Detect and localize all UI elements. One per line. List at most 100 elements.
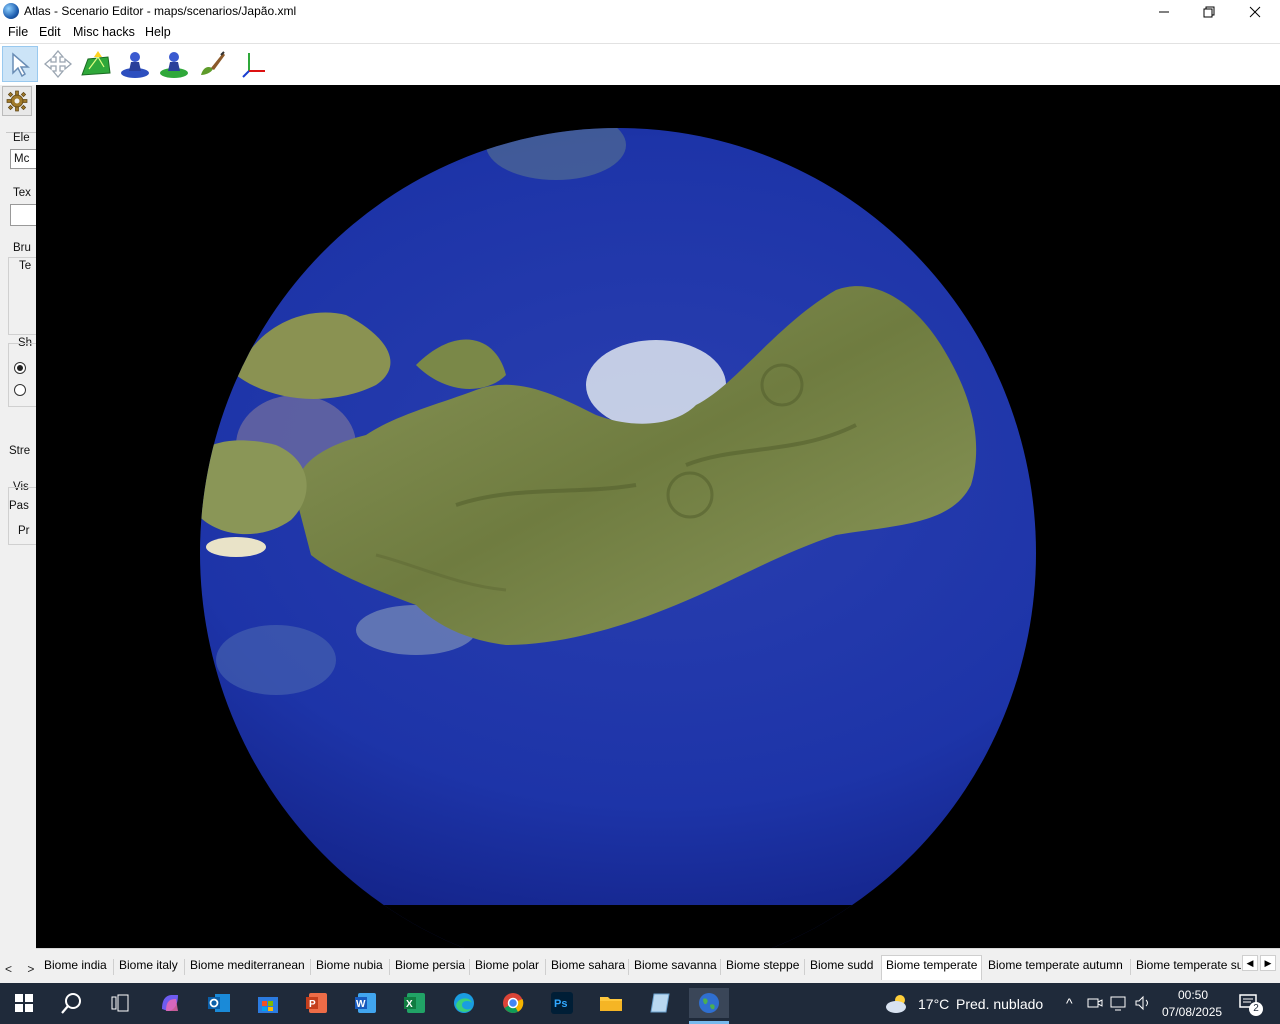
weather-temperature: 17°C	[918, 996, 950, 1012]
minimize-icon	[1159, 11, 1169, 13]
axis-gizmo-tool-button[interactable]	[236, 46, 272, 82]
shape-radio-square[interactable]	[14, 384, 26, 396]
clock-date[interactable]: 07/08/2025	[1162, 1005, 1222, 1019]
paint-brush-icon	[201, 51, 225, 75]
shape-radio-circle[interactable]	[14, 362, 26, 374]
restore-icon	[1203, 6, 1215, 18]
microsoft-store-button[interactable]	[253, 988, 283, 1018]
task-view-icon	[111, 994, 129, 1012]
tab-biome-temperate[interactable]: Biome temperate	[881, 955, 983, 980]
gear-icon	[6, 90, 28, 112]
close-button[interactable]	[1232, 0, 1278, 24]
network-button[interactable]	[1108, 988, 1130, 1018]
tab-biome-sahara[interactable]: Biome sahara	[551, 958, 625, 972]
shape-group-box	[8, 343, 36, 407]
player-unit-tool-button[interactable]	[156, 46, 192, 82]
close-icon	[1249, 6, 1261, 18]
tab-biome-italy[interactable]: Biome italy	[119, 958, 178, 972]
atlas-globe-icon	[699, 993, 719, 1013]
strength-label: Stre	[9, 445, 31, 457]
start-button[interactable]	[9, 988, 39, 1018]
tab-biome-polar[interactable]: Biome polar	[475, 958, 539, 972]
tab-biome-mediterranean[interactable]: Biome mediterranean	[190, 958, 305, 972]
tab-scroll-right-button[interactable]: ▶	[1260, 955, 1276, 971]
search-button[interactable]	[57, 988, 87, 1018]
tab-biome-india[interactable]: Biome india	[44, 958, 107, 972]
photoshop-button[interactable]: Ps	[547, 988, 577, 1018]
volume-button[interactable]	[1132, 988, 1154, 1018]
menu-file[interactable]: File	[8, 25, 28, 39]
copilot-button[interactable]	[155, 988, 185, 1018]
terrain-elevation-icon	[81, 51, 111, 76]
camera-icon	[1087, 998, 1103, 1008]
powerpoint-button[interactable]: P	[302, 988, 332, 1018]
minimize-button[interactable]	[1141, 0, 1187, 24]
window-title: Atlas - Scenario Editor - maps/scenarios…	[24, 4, 297, 18]
unit-placement-tool-button[interactable]	[117, 46, 153, 82]
chrome-button[interactable]	[498, 988, 528, 1018]
unit-placement-icon	[121, 52, 149, 78]
menu-help[interactable]: Help	[145, 25, 171, 39]
speaker-icon	[1135, 995, 1148, 1011]
tab-biome-nubia[interactable]: Biome nubia	[316, 958, 383, 972]
axis-gizmo-icon	[242, 53, 265, 78]
move-arrows-icon	[43, 49, 73, 79]
notepad-icon	[650, 993, 670, 1013]
tab-biome-persia[interactable]: Biome persia	[395, 958, 465, 972]
powerpoint-icon: P	[306, 993, 327, 1013]
store-icon	[258, 997, 278, 1013]
outlook-icon	[208, 994, 230, 1012]
menu-edit[interactable]: Edit	[39, 25, 61, 39]
brush-label: Bru	[13, 242, 31, 254]
notepad-button[interactable]	[645, 988, 675, 1018]
tab-scroll-left-button[interactable]: ◀	[1242, 955, 1258, 971]
notifications-button[interactable]: 2	[1234, 988, 1264, 1018]
paint-brush-tool-button[interactable]	[195, 46, 231, 82]
menu-misc-hacks[interactable]: Misc hacks	[73, 25, 135, 39]
weather-widget[interactable]	[883, 988, 913, 1018]
tray-overflow-chevron[interactable]: ^	[1066, 995, 1073, 1011]
tab-biome-steppe[interactable]: Biome steppe	[726, 958, 799, 972]
player-unit-icon	[160, 52, 188, 78]
tab-biome-sudd[interactable]: Biome sudd	[810, 958, 873, 972]
svg-text:W: W	[356, 999, 366, 1010]
texture-preview[interactable]	[10, 204, 36, 226]
folder-icon	[600, 997, 622, 1011]
tab-biome-temperate-summer[interactable]: Biome temperate su	[1136, 958, 1241, 972]
maximize-button[interactable]	[1186, 0, 1232, 24]
elevation-mode-select[interactable]: Mc	[10, 149, 36, 169]
svg-text:Ps: Ps	[554, 998, 567, 1010]
terrain-elevation-tool-button[interactable]	[78, 46, 114, 82]
tool-options-panel: Ele Mc Tex Bru Te Sh Stre Vis Pas Pr	[0, 85, 36, 983]
scenario-viewport[interactable]	[36, 85, 1280, 948]
panel-collapse-arrows[interactable]: < >	[5, 962, 40, 976]
windows-taskbar: P W X Ps 17°C Pred. nublado ^ 00:50 07/0…	[0, 983, 1280, 1024]
svg-text:P: P	[309, 999, 316, 1010]
edge-button[interactable]	[449, 988, 479, 1018]
select-tool-button[interactable]	[2, 46, 38, 82]
move-tool-button[interactable]	[40, 46, 76, 82]
atlas-app-button[interactable]	[689, 988, 729, 1018]
windows-logo-icon	[15, 994, 33, 1012]
outlook-button[interactable]	[204, 988, 234, 1018]
tab-biome-temperate-autumn[interactable]: Biome temperate autumn	[988, 958, 1123, 972]
title-bar: Atlas - Scenario Editor - maps/scenarios…	[0, 0, 1280, 24]
file-explorer-button[interactable]	[596, 988, 626, 1018]
photoshop-icon: Ps	[551, 992, 573, 1014]
settings-button[interactable]	[2, 86, 32, 116]
atlas-globe-icon	[3, 3, 19, 19]
clock-time[interactable]: 00:50	[1178, 988, 1208, 1002]
tab-biome-savanna[interactable]: Biome savanna	[634, 958, 717, 972]
weather-description: Pred. nublado	[956, 996, 1044, 1012]
meet-now-button[interactable]	[1084, 988, 1106, 1018]
globe-map-render	[200, 128, 1036, 948]
network-icon	[1110, 996, 1126, 1011]
word-icon: W	[355, 993, 376, 1013]
brush-group-box	[8, 257, 36, 335]
edge-icon	[454, 993, 474, 1013]
task-view-button[interactable]	[105, 988, 135, 1018]
excel-button[interactable]: X	[400, 988, 430, 1018]
word-button[interactable]: W	[351, 988, 381, 1018]
biome-tab-strip: Biome india Biome italy Biome mediterran…	[36, 948, 1280, 984]
texture-label: Tex	[13, 187, 31, 199]
